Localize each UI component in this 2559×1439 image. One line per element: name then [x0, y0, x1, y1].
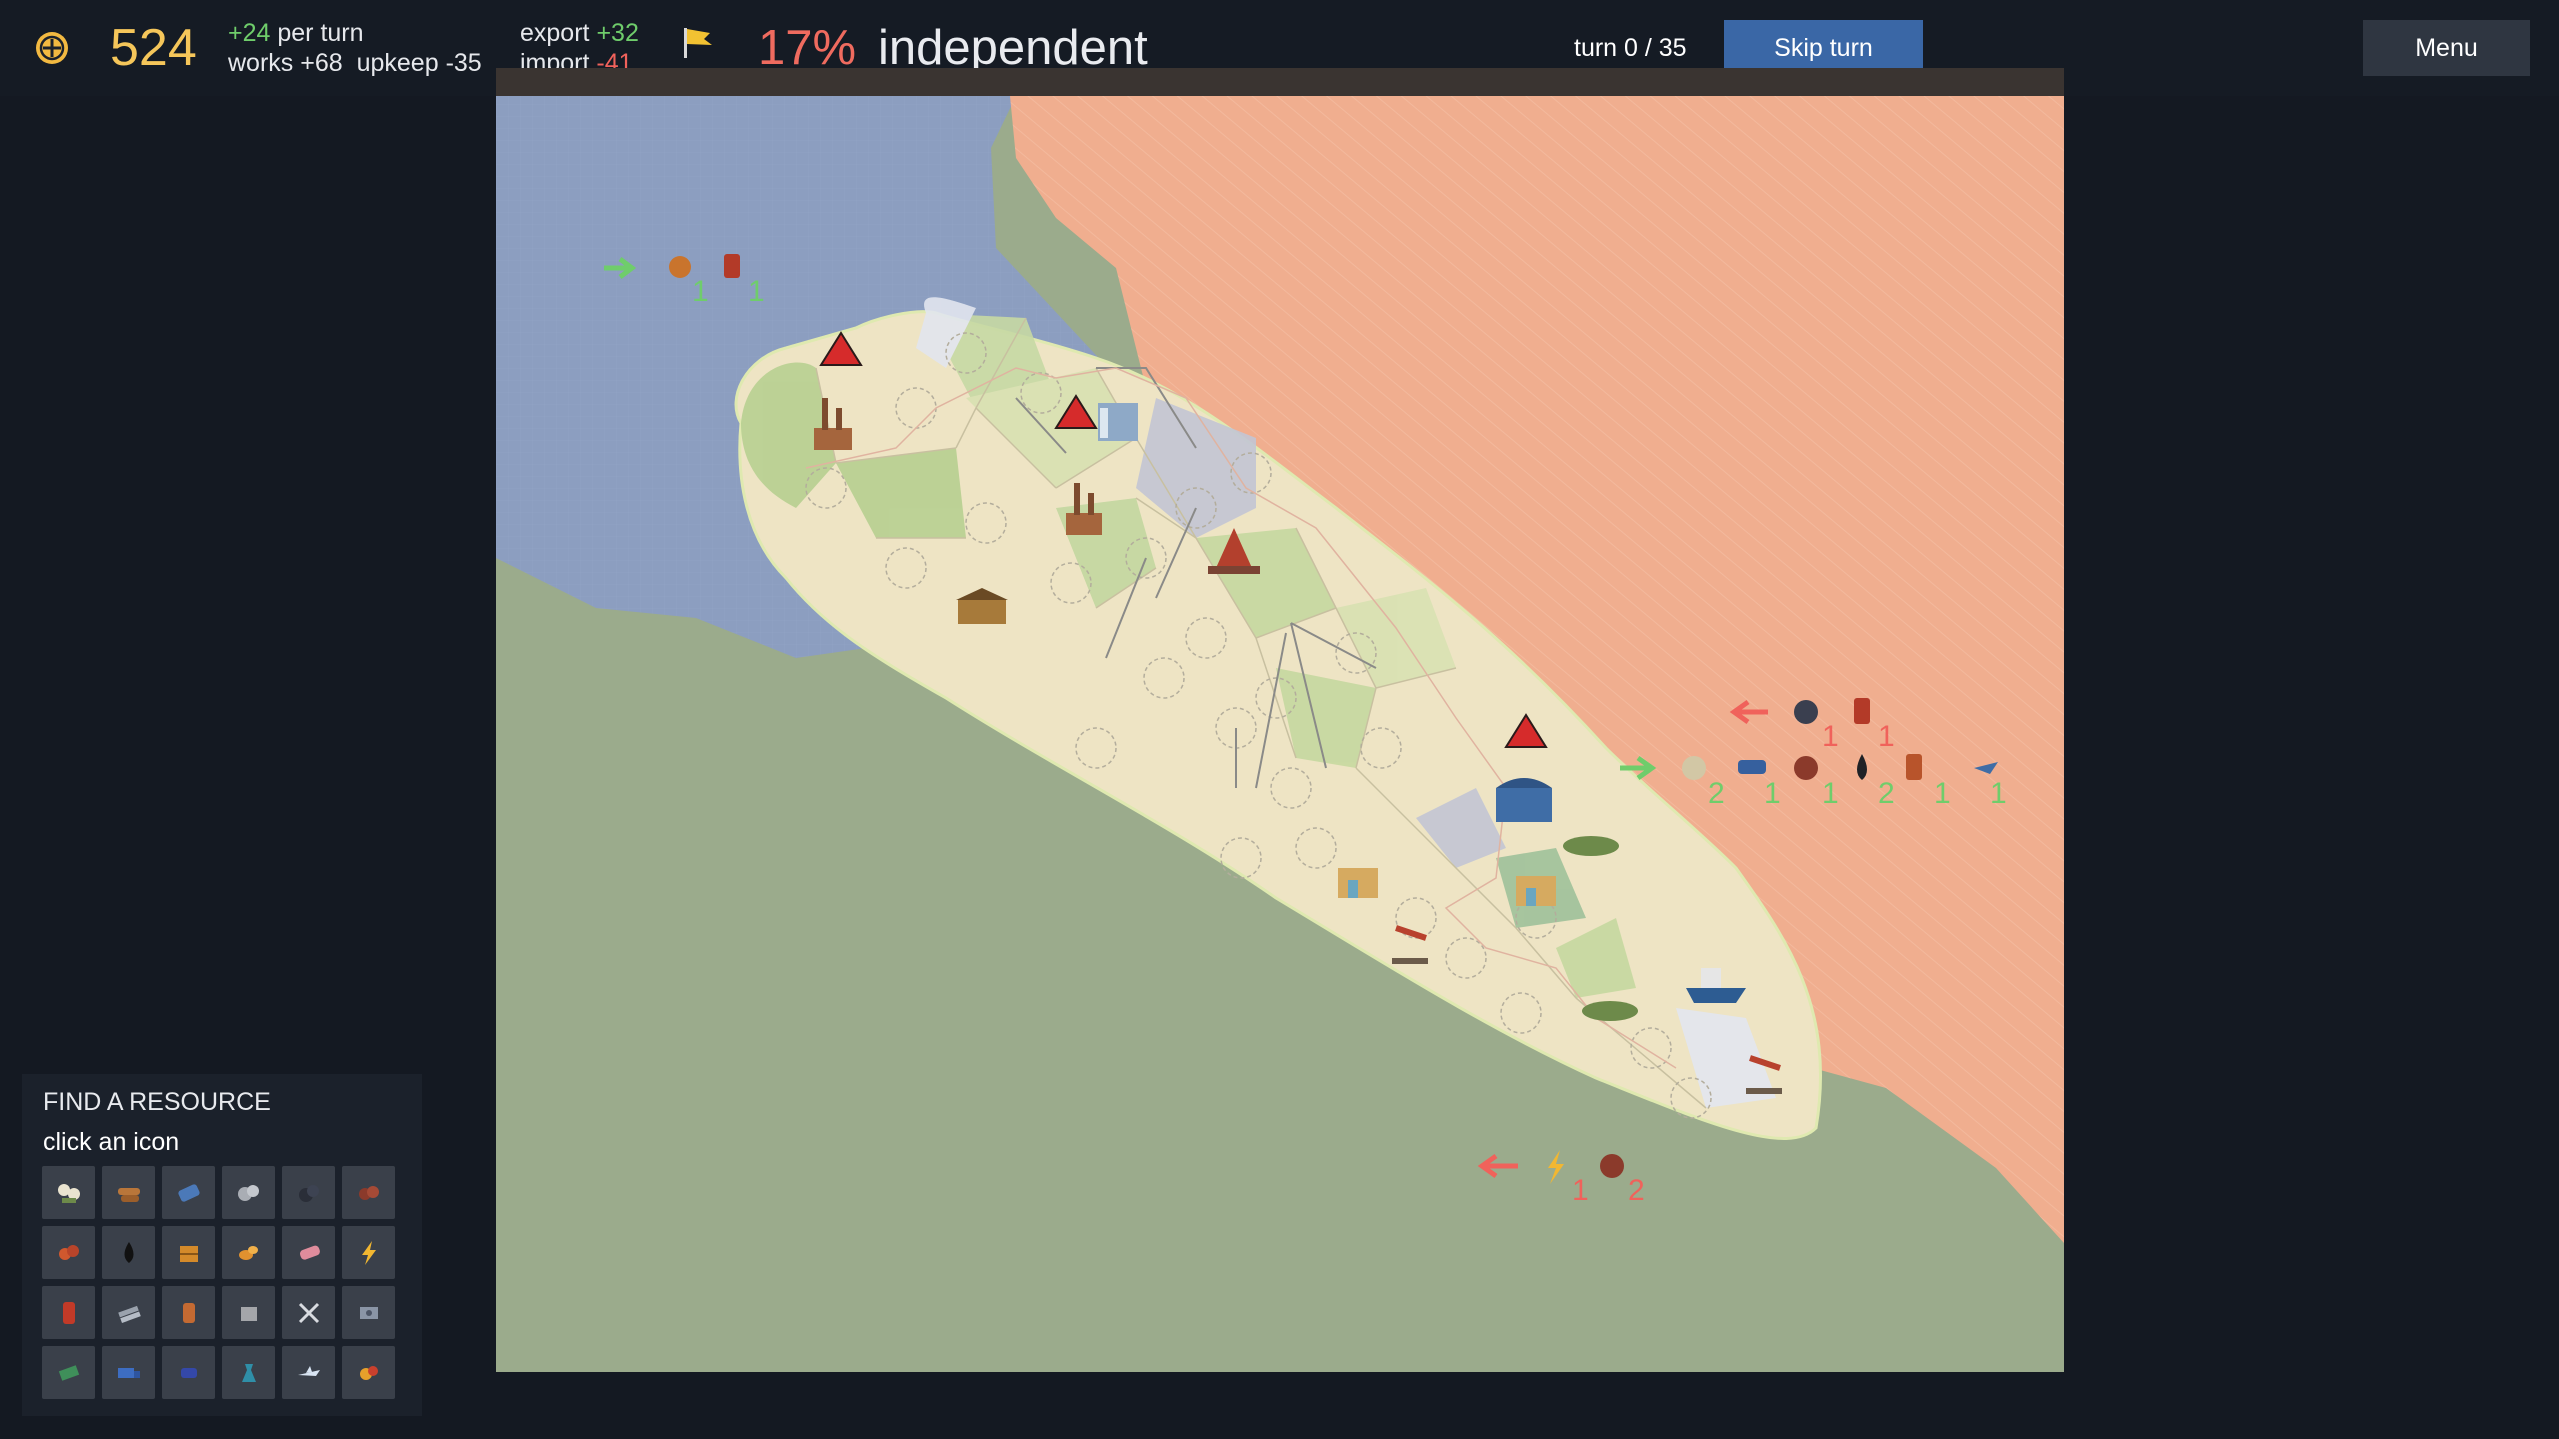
- coal-icon: [1794, 700, 1818, 724]
- cotton-icon: [1682, 756, 1706, 780]
- tools-icon: [298, 1302, 319, 1323]
- map-frame: [496, 68, 2064, 98]
- trade-amount: 1: [1934, 777, 1951, 810]
- trade-amount: 1: [748, 275, 765, 308]
- trade-amount: 1: [1572, 1174, 1589, 1207]
- flag-icon: [684, 28, 712, 58]
- oil-barrel-icon: [62, 1301, 75, 1324]
- resource-metal-bars[interactable]: [102, 1286, 155, 1339]
- resource-tools[interactable]: [282, 1286, 335, 1339]
- cotton-icon: [57, 1183, 80, 1203]
- electronics-icon: [180, 1367, 197, 1378]
- oil-drop-icon: [124, 1241, 133, 1263]
- resource-ore[interactable]: [342, 1166, 395, 1219]
- trade-amount: 2: [1878, 777, 1895, 810]
- engine-icon: [359, 1306, 378, 1319]
- oil-barrel-icon: [724, 254, 740, 278]
- copper-ore-icon: [58, 1244, 79, 1260]
- per-turn-label: per turn: [270, 19, 364, 47]
- resource-chemicals[interactable]: [222, 1346, 275, 1399]
- chemicals-icon: [241, 1363, 256, 1382]
- resource-stone[interactable]: [222, 1166, 275, 1219]
- resource-copper-spool[interactable]: [162, 1286, 215, 1339]
- airplane-icon: [297, 1365, 320, 1376]
- find-resource-title: FIND A RESOURCE: [43, 1088, 271, 1116]
- oil-barrel-icon: [1854, 698, 1870, 724]
- trade-amount: 2: [1628, 1174, 1645, 1207]
- crate-icon: [179, 1245, 198, 1262]
- resource-oil[interactable]: [102, 1226, 155, 1279]
- metal-bars-icon: [117, 1305, 141, 1323]
- resource-truck[interactable]: [102, 1346, 155, 1399]
- wood-icon: [117, 1187, 140, 1202]
- export-value: +32: [596, 19, 639, 47]
- resource-copper-ore[interactable]: [42, 1226, 95, 1279]
- money-amount: 524: [110, 19, 197, 77]
- upkeep-value: -35: [445, 49, 482, 77]
- copper-icon: [1906, 754, 1922, 780]
- works-value: +68: [300, 49, 343, 77]
- turn-counter: turn 0 / 35: [1574, 34, 1687, 62]
- cotton-field-icon: [1563, 836, 1619, 856]
- concrete-icon: [240, 1306, 257, 1321]
- dam-icon: [1098, 403, 1138, 441]
- trade-amount: 2: [1708, 777, 1725, 810]
- resource-circuit[interactable]: [42, 1346, 95, 1399]
- resource-airplane[interactable]: [282, 1346, 335, 1399]
- trade-amount: 1: [1822, 777, 1839, 810]
- grain-icon: [669, 256, 691, 278]
- steel-plate-icon: [177, 1183, 200, 1202]
- resource-wood[interactable]: [102, 1166, 155, 1219]
- resource-electronics[interactable]: [162, 1346, 215, 1399]
- house-icon: [1338, 868, 1378, 898]
- copper-spool-icon: [182, 1302, 195, 1323]
- resource-engine[interactable]: [342, 1286, 395, 1339]
- coal-icon: [298, 1184, 319, 1202]
- electricity-icon: [361, 1240, 376, 1265]
- find-resource-subtitle: click an icon: [43, 1128, 180, 1156]
- resource-grid: [42, 1166, 395, 1399]
- trade-amount: 1: [1990, 777, 2007, 810]
- coin-icon: [36, 32, 68, 64]
- fabric-icon: [299, 1245, 320, 1260]
- truck-icon: [117, 1367, 140, 1378]
- resource-cotton[interactable]: [42, 1166, 95, 1219]
- gold-icon: [359, 1365, 378, 1380]
- upkeep-label: upkeep: [356, 49, 439, 77]
- export-label: export: [520, 19, 590, 47]
- resource-concrete[interactable]: [222, 1286, 275, 1339]
- resource-grain[interactable]: [222, 1226, 275, 1279]
- ore-icon: [1794, 756, 1818, 780]
- steel-icon: [1738, 760, 1766, 774]
- house-icon: [1516, 876, 1556, 906]
- game-map[interactable]: 1 1 1 1 2 1 1 2 1 1 1 2: [496, 68, 2064, 1372]
- cotton-field-icon: [1582, 1001, 1638, 1021]
- resource-fabric[interactable]: [282, 1226, 335, 1279]
- works-label: works: [228, 49, 294, 77]
- income-summary: +24 per turn works +68 upkeep -35: [228, 18, 482, 78]
- resource-gold[interactable]: [342, 1346, 395, 1399]
- ore-icon: [1600, 1154, 1624, 1178]
- trade-amount: 1: [1764, 777, 1781, 810]
- grain-icon: [238, 1245, 258, 1260]
- per-turn-delta: +24: [228, 19, 271, 47]
- trade-amount: 1: [1878, 720, 1895, 753]
- resource-oil-barrel[interactable]: [42, 1286, 95, 1339]
- resource-steel-plate[interactable]: [162, 1166, 215, 1219]
- stone-icon: [237, 1184, 259, 1201]
- resource-electricity[interactable]: [342, 1226, 395, 1279]
- resource-crate[interactable]: [162, 1226, 215, 1279]
- resource-coal[interactable]: [282, 1166, 335, 1219]
- trade-amount: 1: [692, 275, 709, 308]
- circuit-icon: [58, 1364, 79, 1381]
- trade-amount: 1: [1822, 720, 1839, 753]
- hangar-icon: [1496, 778, 1552, 822]
- menu-button[interactable]: Menu: [2363, 20, 2530, 76]
- find-resource-panel: FIND A RESOURCE click an icon: [22, 1074, 422, 1416]
- ore-icon: [358, 1185, 379, 1200]
